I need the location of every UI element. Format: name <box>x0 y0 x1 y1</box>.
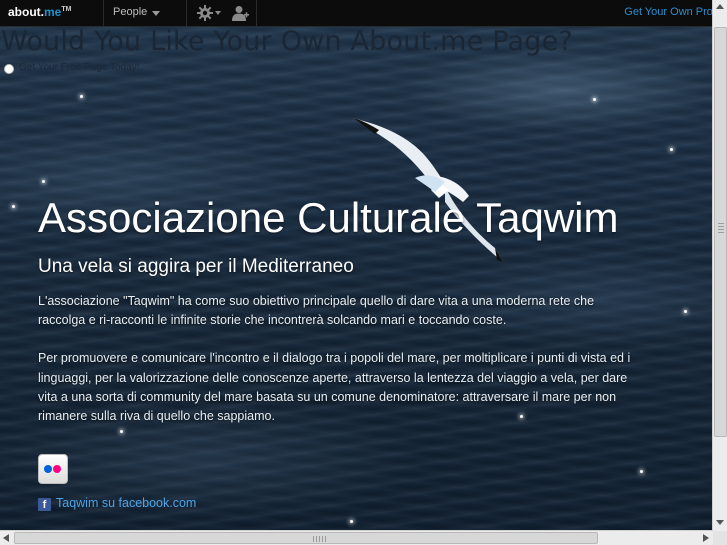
seagull-image <box>353 118 503 262</box>
vertical-scrollbar[interactable] <box>712 0 727 531</box>
profile-headline: Una vela si aggira per il Mediterraneo <box>38 256 354 277</box>
scroll-grip-icon <box>718 223 724 235</box>
scroll-right-arrow-icon[interactable] <box>703 534 709 542</box>
gear-icon <box>197 5 213 21</box>
facebook-link[interactable]: Taqwim su facebook.com <box>56 496 196 510</box>
profile-name: Associazione Culturale Taqwim <box>38 194 619 241</box>
water-sparkle <box>350 520 353 523</box>
flickr-link-button[interactable] <box>38 454 68 484</box>
flickr-icon <box>44 465 52 473</box>
facebook-icon[interactable]: f <box>38 498 51 511</box>
scroll-left-arrow-icon[interactable] <box>3 534 9 542</box>
scroll-grip-icon <box>313 536 327 542</box>
chevron-down-icon <box>152 11 160 16</box>
water-sparkle <box>670 148 673 151</box>
people-menu-label: People <box>113 6 148 18</box>
water-sparkle <box>80 95 83 98</box>
flickr-icon-dot <box>53 465 61 473</box>
water-sparkle <box>640 470 643 473</box>
scroll-down-arrow-icon[interactable] <box>713 515 727 529</box>
chevron-down-icon <box>215 11 221 15</box>
scrollbar-corner <box>713 531 727 545</box>
banner-bullet-icon <box>4 64 14 74</box>
scroll-up-arrow-icon <box>716 4 724 9</box>
vertical-scroll-thumb[interactable] <box>714 27 727 437</box>
signup-banner-title[interactable]: Would You Like Your Own About.me Page? <box>1 26 573 57</box>
people-menu-button[interactable]: People <box>103 0 187 26</box>
settings-menu-button[interactable] <box>192 0 226 26</box>
signup-banner-link[interactable]: Get Your Free Page Today! <box>19 62 139 73</box>
add-user-button[interactable] <box>226 0 257 26</box>
bio-paragraph: L'associazione "Taqwim" ha come suo obie… <box>38 294 595 328</box>
water-sparkle <box>593 98 596 101</box>
profile-bio: L'associazione "Taqwim" ha come suo obie… <box>38 292 638 445</box>
water-sparkle <box>684 310 687 313</box>
water-sparkle <box>12 205 15 208</box>
horizontal-scroll-thumb[interactable] <box>14 532 598 544</box>
bio-paragraph: Per promuovere e comunicare l'incontro e… <box>38 351 631 424</box>
water-sparkle <box>42 180 45 183</box>
about-me-logo[interactable]: about.meTM <box>8 5 71 19</box>
add-person-icon <box>232 6 249 21</box>
top-navigation-bar: about.meTM People Get Your Own Profile <box>0 0 727 27</box>
horizontal-scrollbar[interactable] <box>0 530 713 545</box>
